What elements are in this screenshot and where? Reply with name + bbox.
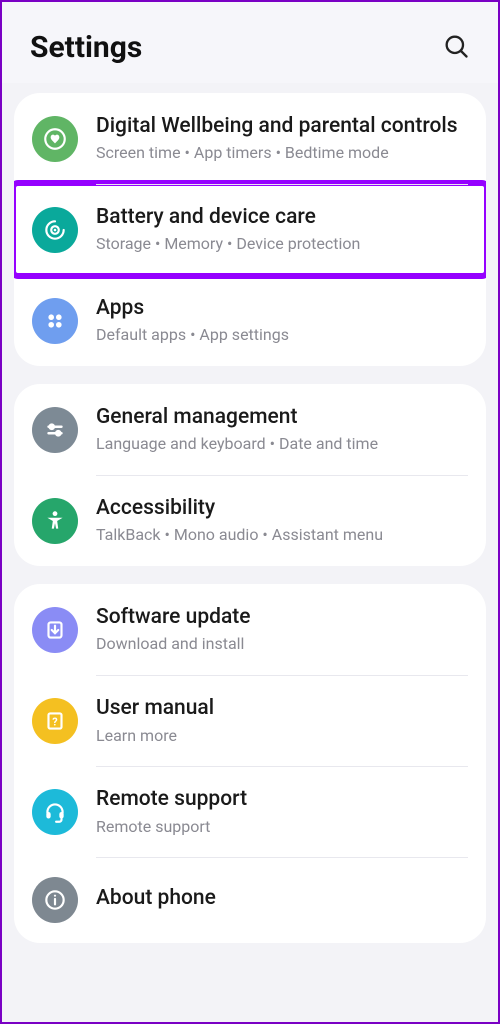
item-text: Battery and device care Storage • Memory…: [96, 204, 468, 255]
item-text: Apps Default apps • App settings: [96, 295, 468, 346]
item-general-management[interactable]: General management Language and keyboard…: [14, 384, 486, 475]
manual-book-icon: ?: [32, 698, 78, 744]
item-accessibility[interactable]: Accessibility TalkBack • Mono audio • As…: [14, 475, 486, 566]
item-about-phone[interactable]: About phone: [14, 857, 486, 943]
settings-group: Software update Download and install ? U…: [14, 584, 486, 943]
item-text: Remote support Remote support: [96, 786, 468, 837]
item-title: Digital Wellbeing and parental controls: [96, 113, 468, 139]
item-title: Accessibility: [96, 495, 468, 521]
header: Settings: [2, 2, 498, 83]
item-subtitle: TalkBack • Mono audio • Assistant menu: [96, 525, 468, 546]
svg-text:?: ?: [52, 715, 57, 728]
item-software-update[interactable]: Software update Download and install: [14, 584, 486, 675]
item-remote-support[interactable]: Remote support Remote support: [14, 766, 486, 857]
item-title: Remote support: [96, 786, 468, 812]
item-apps[interactable]: Apps Default apps • App settings: [14, 275, 486, 366]
headset-icon: [32, 789, 78, 835]
item-text: About phone: [96, 885, 468, 915]
download-icon: [32, 607, 78, 653]
settings-group: General management Language and keyboard…: [14, 384, 486, 566]
item-subtitle: Download and install: [96, 634, 468, 655]
item-text: Accessibility TalkBack • Mono audio • As…: [96, 495, 468, 546]
item-title: Apps: [96, 295, 468, 321]
item-subtitle: Learn more: [96, 726, 468, 747]
item-battery-device-care[interactable]: Battery and device care Storage • Memory…: [14, 184, 486, 275]
item-text: User manual Learn more: [96, 695, 468, 746]
device-care-icon: [32, 207, 78, 253]
item-text: Software update Download and install: [96, 604, 468, 655]
item-title: Battery and device care: [96, 204, 468, 230]
accessibility-person-icon: [32, 498, 78, 544]
settings-group: Digital Wellbeing and parental controls …: [14, 93, 486, 366]
item-title: General management: [96, 404, 468, 430]
item-digital-wellbeing[interactable]: Digital Wellbeing and parental controls …: [14, 93, 486, 184]
item-text: General management Language and keyboard…: [96, 404, 468, 455]
item-subtitle: Remote support: [96, 817, 468, 838]
item-subtitle: Screen time • App timers • Bedtime mode: [96, 143, 468, 164]
item-subtitle: Default apps • App settings: [96, 325, 468, 346]
heart-circle-icon: [32, 116, 78, 162]
apps-grid-icon: [32, 298, 78, 344]
item-subtitle: Language and keyboard • Date and time: [96, 434, 468, 455]
item-subtitle: Storage • Memory • Device protection: [96, 234, 468, 255]
item-text: Digital Wellbeing and parental controls …: [96, 113, 468, 164]
item-title: Software update: [96, 604, 468, 630]
sliders-icon: [32, 407, 78, 453]
item-title: About phone: [96, 885, 468, 911]
item-title: User manual: [96, 695, 468, 721]
item-user-manual[interactable]: ? User manual Learn more: [14, 675, 486, 766]
search-icon[interactable]: [442, 32, 470, 64]
info-icon: [32, 877, 78, 923]
page-title: Settings: [30, 30, 142, 65]
